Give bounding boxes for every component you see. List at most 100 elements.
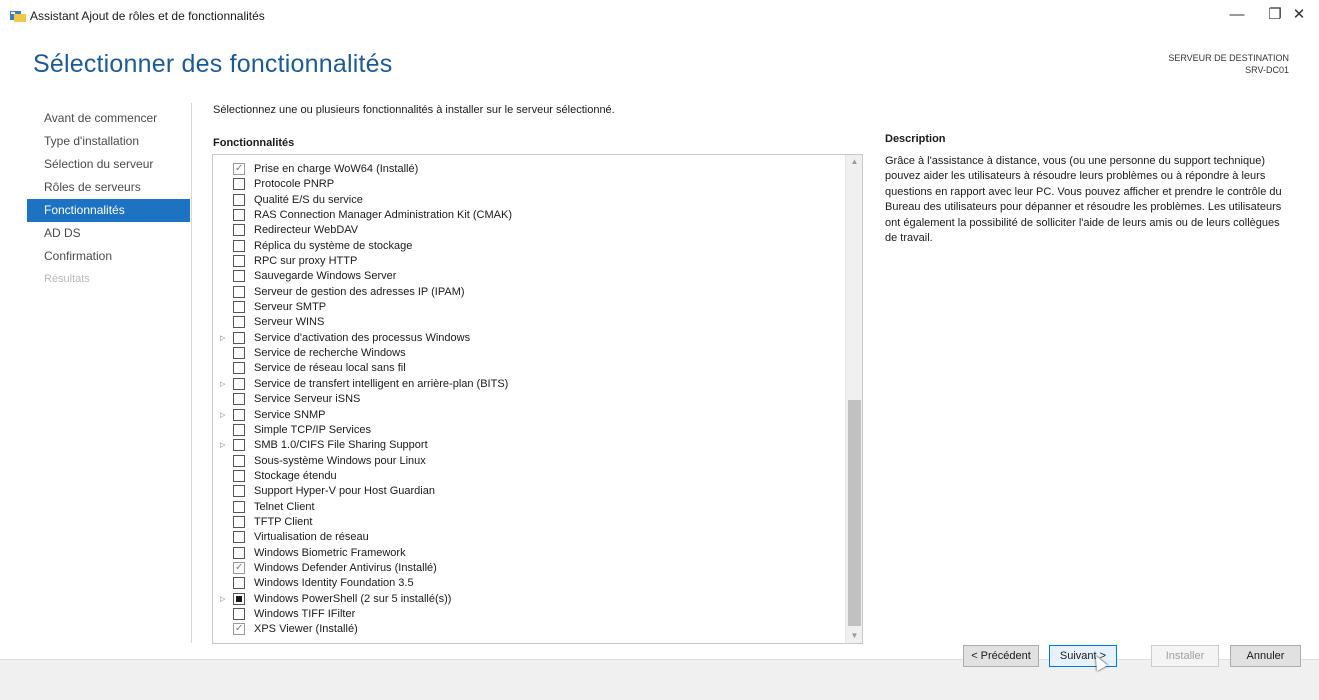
feature-row[interactable]: Windows Identity Foundation 3.5 xyxy=(213,576,845,591)
nav-item[interactable]: Type d'installation xyxy=(27,130,190,153)
feature-label: Service de recherche Windows xyxy=(254,347,406,360)
features-scrollbar[interactable]: ▲ ▼ xyxy=(845,155,862,643)
previous-button[interactable]: < Précédent xyxy=(963,645,1039,667)
nav-item[interactable]: Fonctionnalités xyxy=(27,199,190,222)
feature-row[interactable]: RPC sur proxy HTTP xyxy=(213,254,845,269)
server-manager-icon xyxy=(10,11,26,22)
feature-row[interactable]: ▷ Service SNMP xyxy=(213,408,845,423)
description-header: Description xyxy=(885,133,946,145)
feature-row[interactable]: Simple TCP/IP Services xyxy=(213,423,845,438)
feature-row[interactable]: TFTP Client xyxy=(213,515,845,530)
feature-row[interactable]: Réplica du système de stockage xyxy=(213,239,845,254)
destination-label: SERVEUR DE DESTINATION xyxy=(1168,53,1289,63)
feature-row[interactable]: RAS Connection Manager Administration Ki… xyxy=(213,208,845,223)
feature-label: Windows Identity Foundation 3.5 xyxy=(254,577,414,590)
nav-item[interactable]: Avant de commencer xyxy=(27,107,190,130)
feature-checkbox[interactable] xyxy=(233,161,245,176)
expand-arrow-icon[interactable]: ▷ xyxy=(220,377,230,392)
scroll-thumb[interactable] xyxy=(848,400,861,626)
scroll-down-icon[interactable]: ▼ xyxy=(846,629,862,643)
scroll-up-icon[interactable]: ▲ xyxy=(846,155,862,169)
feature-checkbox[interactable] xyxy=(233,301,245,314)
feature-row[interactable]: Service Serveur iSNS xyxy=(213,392,845,407)
feature-checkbox[interactable] xyxy=(233,224,245,237)
feature-checkbox[interactable] xyxy=(233,607,245,620)
feature-checkbox[interactable] xyxy=(233,178,245,191)
feature-row[interactable]: Serveur WINS xyxy=(213,315,845,330)
feature-row[interactable]: Windows TIFF IFilter xyxy=(213,607,845,622)
feature-checkbox[interactable] xyxy=(233,331,245,344)
feature-row[interactable]: Service de recherche Windows xyxy=(213,346,845,361)
feature-checkbox[interactable] xyxy=(233,316,245,329)
feature-row[interactable]: Qualité E/S du service xyxy=(213,193,845,208)
feature-row[interactable]: ▷ Service d'activation des processus Wind… xyxy=(213,331,845,346)
feature-row[interactable]: Service de réseau local sans fil xyxy=(213,361,845,376)
expand-arrow-icon[interactable]: ▷ xyxy=(220,408,230,423)
feature-checkbox[interactable] xyxy=(233,531,245,544)
feature-label: Sauvegarde Windows Server xyxy=(254,270,397,283)
feature-row[interactable]: Sous-système Windows pour Linux xyxy=(213,454,845,469)
feature-checkbox[interactable] xyxy=(233,255,245,268)
feature-row[interactable]: Stockage étendu xyxy=(213,469,845,484)
features-list[interactable]: Prise en charge WoW64 (Installé) Protocol… xyxy=(212,154,863,644)
nav-item[interactable]: AD DS xyxy=(27,222,190,245)
feature-row[interactable]: Sauvegarde Windows Server xyxy=(213,269,845,284)
feature-checkbox[interactable] xyxy=(233,209,245,222)
minimize-button[interactable]: — xyxy=(1222,4,1252,26)
nav-item[interactable]: Rôles de serveurs xyxy=(27,176,190,199)
feature-row[interactable]: Support Hyper-V pour Host Guardian xyxy=(213,484,845,499)
feature-checkbox[interactable] xyxy=(233,621,245,636)
nav-item[interactable]: Confirmation xyxy=(27,245,190,268)
feature-checkbox[interactable] xyxy=(233,454,245,467)
feature-checkbox[interactable] xyxy=(233,377,245,390)
feature-row[interactable]: Protocole PNRP xyxy=(213,177,845,192)
feature-checkbox[interactable] xyxy=(233,592,245,605)
feature-checkbox[interactable] xyxy=(233,423,245,436)
feature-row[interactable]: Prise en charge WoW64 (Installé) xyxy=(213,161,845,177)
feature-row[interactable]: Telnet Client xyxy=(213,500,845,515)
feature-label: Serveur de gestion des adresses IP (IPAM… xyxy=(254,285,465,298)
feature-label: Service SNMP xyxy=(254,408,326,421)
expand-arrow-icon[interactable]: ▷ xyxy=(220,331,230,346)
feature-row[interactable]: Windows Biometric Framework xyxy=(213,546,845,561)
feature-checkbox[interactable] xyxy=(233,362,245,375)
instruction-text: Sélectionnez une ou plusieurs fonctionna… xyxy=(213,104,615,116)
nav-item[interactable]: Sélection du serveur xyxy=(27,153,190,176)
feature-checkbox[interactable] xyxy=(233,193,245,206)
feature-checkbox[interactable] xyxy=(233,408,245,421)
expand-arrow-icon[interactable]: ▷ xyxy=(220,592,230,607)
feature-checkbox[interactable] xyxy=(233,485,245,498)
install-button[interactable]: Installer xyxy=(1151,645,1219,667)
feature-row[interactable]: Serveur de gestion des adresses IP (IPAM… xyxy=(213,285,845,300)
feature-checkbox[interactable] xyxy=(233,439,245,452)
feature-label: Telnet Client xyxy=(254,500,315,513)
feature-row[interactable]: ▷ Windows PowerShell (2 sur 5 installé(s)… xyxy=(213,592,845,607)
feature-row[interactable]: Serveur SMTP xyxy=(213,300,845,315)
feature-row[interactable]: ▷ SMB 1.0/CIFS File Sharing Support xyxy=(213,438,845,453)
feature-checkbox[interactable] xyxy=(233,500,245,513)
feature-checkbox[interactable] xyxy=(233,546,245,559)
feature-row[interactable]: XPS Viewer (Installé) xyxy=(213,621,845,637)
feature-checkbox[interactable] xyxy=(233,393,245,406)
feature-row[interactable]: Redirecteur WebDAV xyxy=(213,223,845,238)
feature-checkbox[interactable] xyxy=(233,560,245,575)
feature-label: RAS Connection Manager Administration Ki… xyxy=(254,209,512,222)
feature-label: Support Hyper-V pour Host Guardian xyxy=(254,485,435,498)
feature-checkbox[interactable] xyxy=(233,347,245,360)
close-button[interactable]: ✕ xyxy=(1284,4,1314,26)
feature-label: Serveur SMTP xyxy=(254,301,327,314)
expand-arrow-icon[interactable]: ▷ xyxy=(220,438,230,453)
feature-checkbox[interactable] xyxy=(233,515,245,528)
feature-checkbox[interactable] xyxy=(233,270,245,283)
feature-label: Stockage étendu xyxy=(254,469,337,482)
feature-checkbox[interactable] xyxy=(233,239,245,252)
cancel-button[interactable]: Annuler xyxy=(1230,645,1301,667)
feature-row[interactable]: Virtualisation de réseau xyxy=(213,530,845,545)
feature-row[interactable]: Windows Defender Antivirus (Installé) xyxy=(213,560,845,576)
feature-checkbox[interactable] xyxy=(233,469,245,482)
feature-row[interactable]: ▷ Service de transfert intelligent en arr… xyxy=(213,377,845,392)
feature-checkbox[interactable] xyxy=(233,577,245,590)
feature-label: Protocole PNRP xyxy=(254,178,335,191)
feature-checkbox[interactable] xyxy=(233,285,245,298)
feature-label: Simple TCP/IP Services xyxy=(254,423,371,436)
